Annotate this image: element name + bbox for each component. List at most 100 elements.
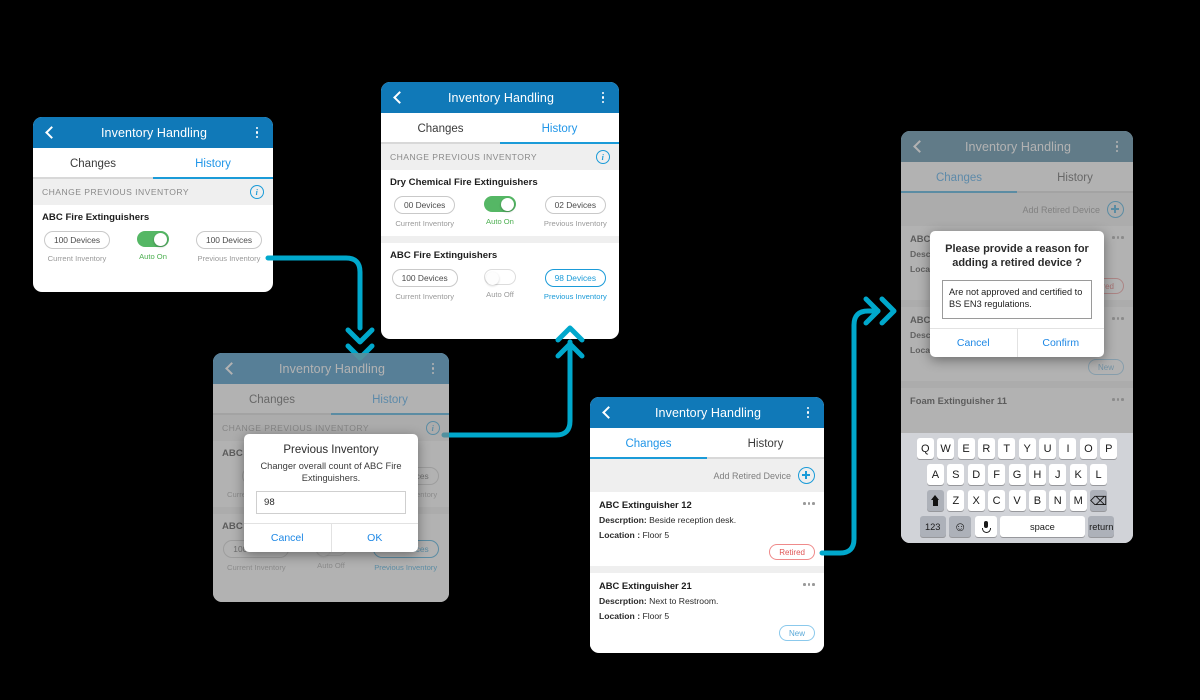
tab-history[interactable]: History <box>153 148 273 179</box>
plus-icon[interactable] <box>798 467 815 484</box>
tab-history[interactable]: History <box>1017 162 1133 193</box>
key-f[interactable]: F <box>988 464 1006 485</box>
key-h[interactable]: H <box>1028 464 1046 485</box>
key-l[interactable]: L <box>1090 464 1108 485</box>
inventory-count-input[interactable]: 98 <box>256 491 406 515</box>
reason-textarea[interactable]: Are not approved and certified to BS EN3… <box>942 279 1092 319</box>
key-y[interactable]: Y <box>1018 438 1036 459</box>
group-name: ABC Fire Extinguishers <box>33 205 273 229</box>
phone-changes-list: Inventory Handling Changes History Add R… <box>590 397 824 653</box>
dialog-title: Previous Inventory <box>283 444 379 456</box>
numeric-key[interactable]: 123 <box>919 516 946 537</box>
shift-icon[interactable] <box>926 490 944 511</box>
tab-changes[interactable]: Changes <box>901 162 1017 193</box>
item-overflow-icon[interactable] <box>1112 314 1124 320</box>
key-a[interactable]: A <box>926 464 944 485</box>
tab-active-indicator <box>590 457 707 459</box>
list-item[interactable]: ABC Extinguisher 12 Descrption: Beside r… <box>590 492 824 566</box>
key-i[interactable]: I <box>1059 438 1077 459</box>
previous-inventory-value[interactable]: 98 Devices <box>544 269 607 287</box>
overflow-menu-icon[interactable] <box>250 126 264 139</box>
key-v[interactable]: V <box>1008 490 1026 511</box>
overflow-menu-icon[interactable] <box>801 406 815 419</box>
key-j[interactable]: J <box>1049 464 1067 485</box>
current-inventory-value[interactable]: 00 Devices <box>393 196 456 214</box>
badge-row: New <box>910 359 1124 375</box>
item-overflow-icon[interactable] <box>803 580 815 586</box>
return-key[interactable]: return <box>1088 516 1115 537</box>
key-z[interactable]: Z <box>947 490 965 511</box>
back-icon[interactable] <box>222 361 238 377</box>
list-item[interactable]: ABC Extinguisher 21 Descrption: Next to … <box>590 573 824 647</box>
tab-changes[interactable]: Changes <box>213 384 331 415</box>
back-icon[interactable] <box>42 125 58 141</box>
description-value: Beside reception desk. <box>649 515 737 525</box>
key-n[interactable]: N <box>1049 490 1067 511</box>
keyboard-row-4: 123 space return <box>904 516 1130 537</box>
tab-history[interactable]: History <box>331 384 449 415</box>
key-x[interactable]: X <box>967 490 985 511</box>
back-icon[interactable] <box>390 90 406 106</box>
page-title: Inventory Handling <box>447 90 555 105</box>
key-r[interactable]: R <box>977 438 995 459</box>
key-m[interactable]: M <box>1069 490 1087 511</box>
tab-history[interactable]: History <box>707 428 824 459</box>
tab-changes[interactable]: Changes <box>33 148 153 179</box>
microphone-icon[interactable] <box>974 516 997 537</box>
add-retired-device-row[interactable]: Add Retired Device <box>901 193 1133 226</box>
key-w[interactable]: W <box>937 438 955 459</box>
auto-toggle[interactable] <box>483 196 516 212</box>
key-o[interactable]: O <box>1079 438 1097 459</box>
current-inventory-value[interactable]: 100 Devices <box>391 269 458 287</box>
item-overflow-icon[interactable] <box>1112 233 1124 239</box>
overflow-menu-icon[interactable] <box>596 91 610 104</box>
dialog-subtitle: Changer overall count of ABC Fire Exting… <box>260 461 402 484</box>
key-g[interactable]: G <box>1008 464 1026 485</box>
key-t[interactable]: T <box>998 438 1016 459</box>
previous-inventory-value[interactable]: 02 Devices <box>544 196 607 214</box>
space-key[interactable]: space <box>999 516 1085 537</box>
item-overflow-icon[interactable] <box>803 499 815 505</box>
key-p[interactable]: P <box>1100 438 1118 459</box>
previous-inventory-value[interactable]: 100 Devices <box>195 231 263 249</box>
current-inventory-value[interactable]: 100 Devices <box>43 231 111 249</box>
back-icon[interactable] <box>599 405 615 421</box>
info-icon[interactable]: i <box>426 421 440 435</box>
info-icon[interactable]: i <box>250 185 264 199</box>
key-s[interactable]: S <box>947 464 965 485</box>
tab-history[interactable]: History <box>500 113 619 144</box>
list-item[interactable]: Foam Extinguisher 11 <box>901 388 1133 412</box>
info-icon[interactable]: i <box>596 150 610 164</box>
back-icon[interactable] <box>910 139 926 155</box>
location-label: Location : <box>599 530 641 540</box>
tab-changes[interactable]: Changes <box>590 428 707 459</box>
cancel-button[interactable]: Cancel <box>244 524 331 552</box>
badge-row: Retired <box>599 544 815 560</box>
emoji-icon[interactable] <box>949 516 972 537</box>
add-retired-device-row[interactable]: Add Retired Device <box>590 459 824 492</box>
diagram-canvas: Inventory Handling Changes History C H A N G… <box>0 0 1200 700</box>
current-inventory-control: 00 Devices Current Inventory <box>387 196 462 228</box>
tab-changes[interactable]: Changes <box>381 113 500 144</box>
key-k[interactable]: K <box>1069 464 1087 485</box>
key-u[interactable]: U <box>1039 438 1057 459</box>
backspace-icon[interactable] <box>1090 490 1108 511</box>
toggle-knob <box>154 232 168 246</box>
key-e[interactable]: E <box>957 438 975 459</box>
key-q[interactable]: Q <box>916 438 934 459</box>
confirm-button[interactable]: Confirm <box>1016 328 1105 357</box>
cancel-button[interactable]: Cancel <box>930 329 1017 357</box>
group-name: Dry Chemical Fire Extinguishers <box>381 170 619 194</box>
auto-toggle[interactable] <box>137 231 169 247</box>
ok-button[interactable]: OK <box>330 524 419 553</box>
key-b[interactable]: B <box>1028 490 1046 511</box>
overflow-menu-icon[interactable] <box>1110 140 1124 153</box>
auto-toggle[interactable] <box>483 269 516 285</box>
overflow-menu-icon[interactable] <box>426 362 440 375</box>
key-c[interactable]: C <box>988 490 1006 511</box>
item-overflow-icon[interactable] <box>1112 395 1124 401</box>
auto-toggle-caption: Auto Off <box>486 290 514 299</box>
current-inventory-control: 100 Devices Current Inventory <box>387 269 462 301</box>
key-d[interactable]: D <box>967 464 985 485</box>
plus-icon[interactable] <box>1107 201 1124 218</box>
